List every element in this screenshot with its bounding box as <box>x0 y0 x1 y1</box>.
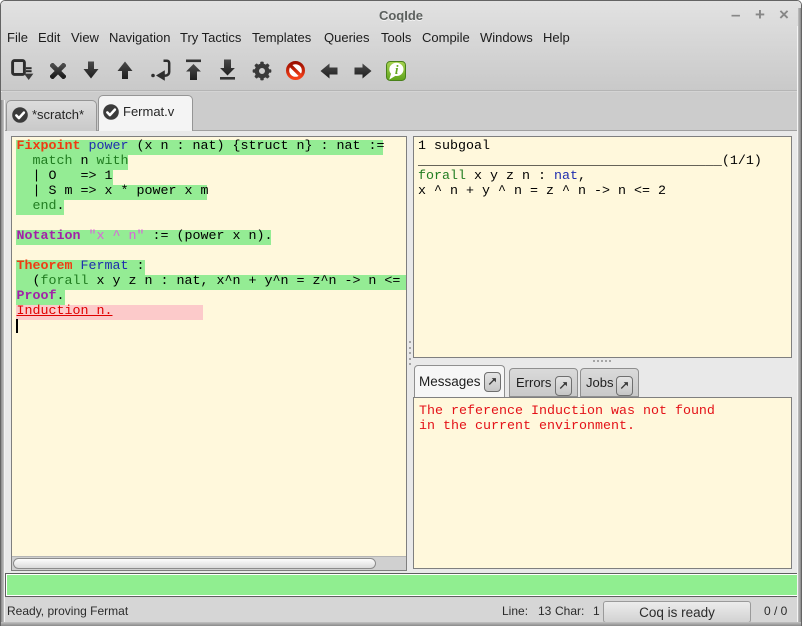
svg-text:i: i <box>395 62 399 77</box>
